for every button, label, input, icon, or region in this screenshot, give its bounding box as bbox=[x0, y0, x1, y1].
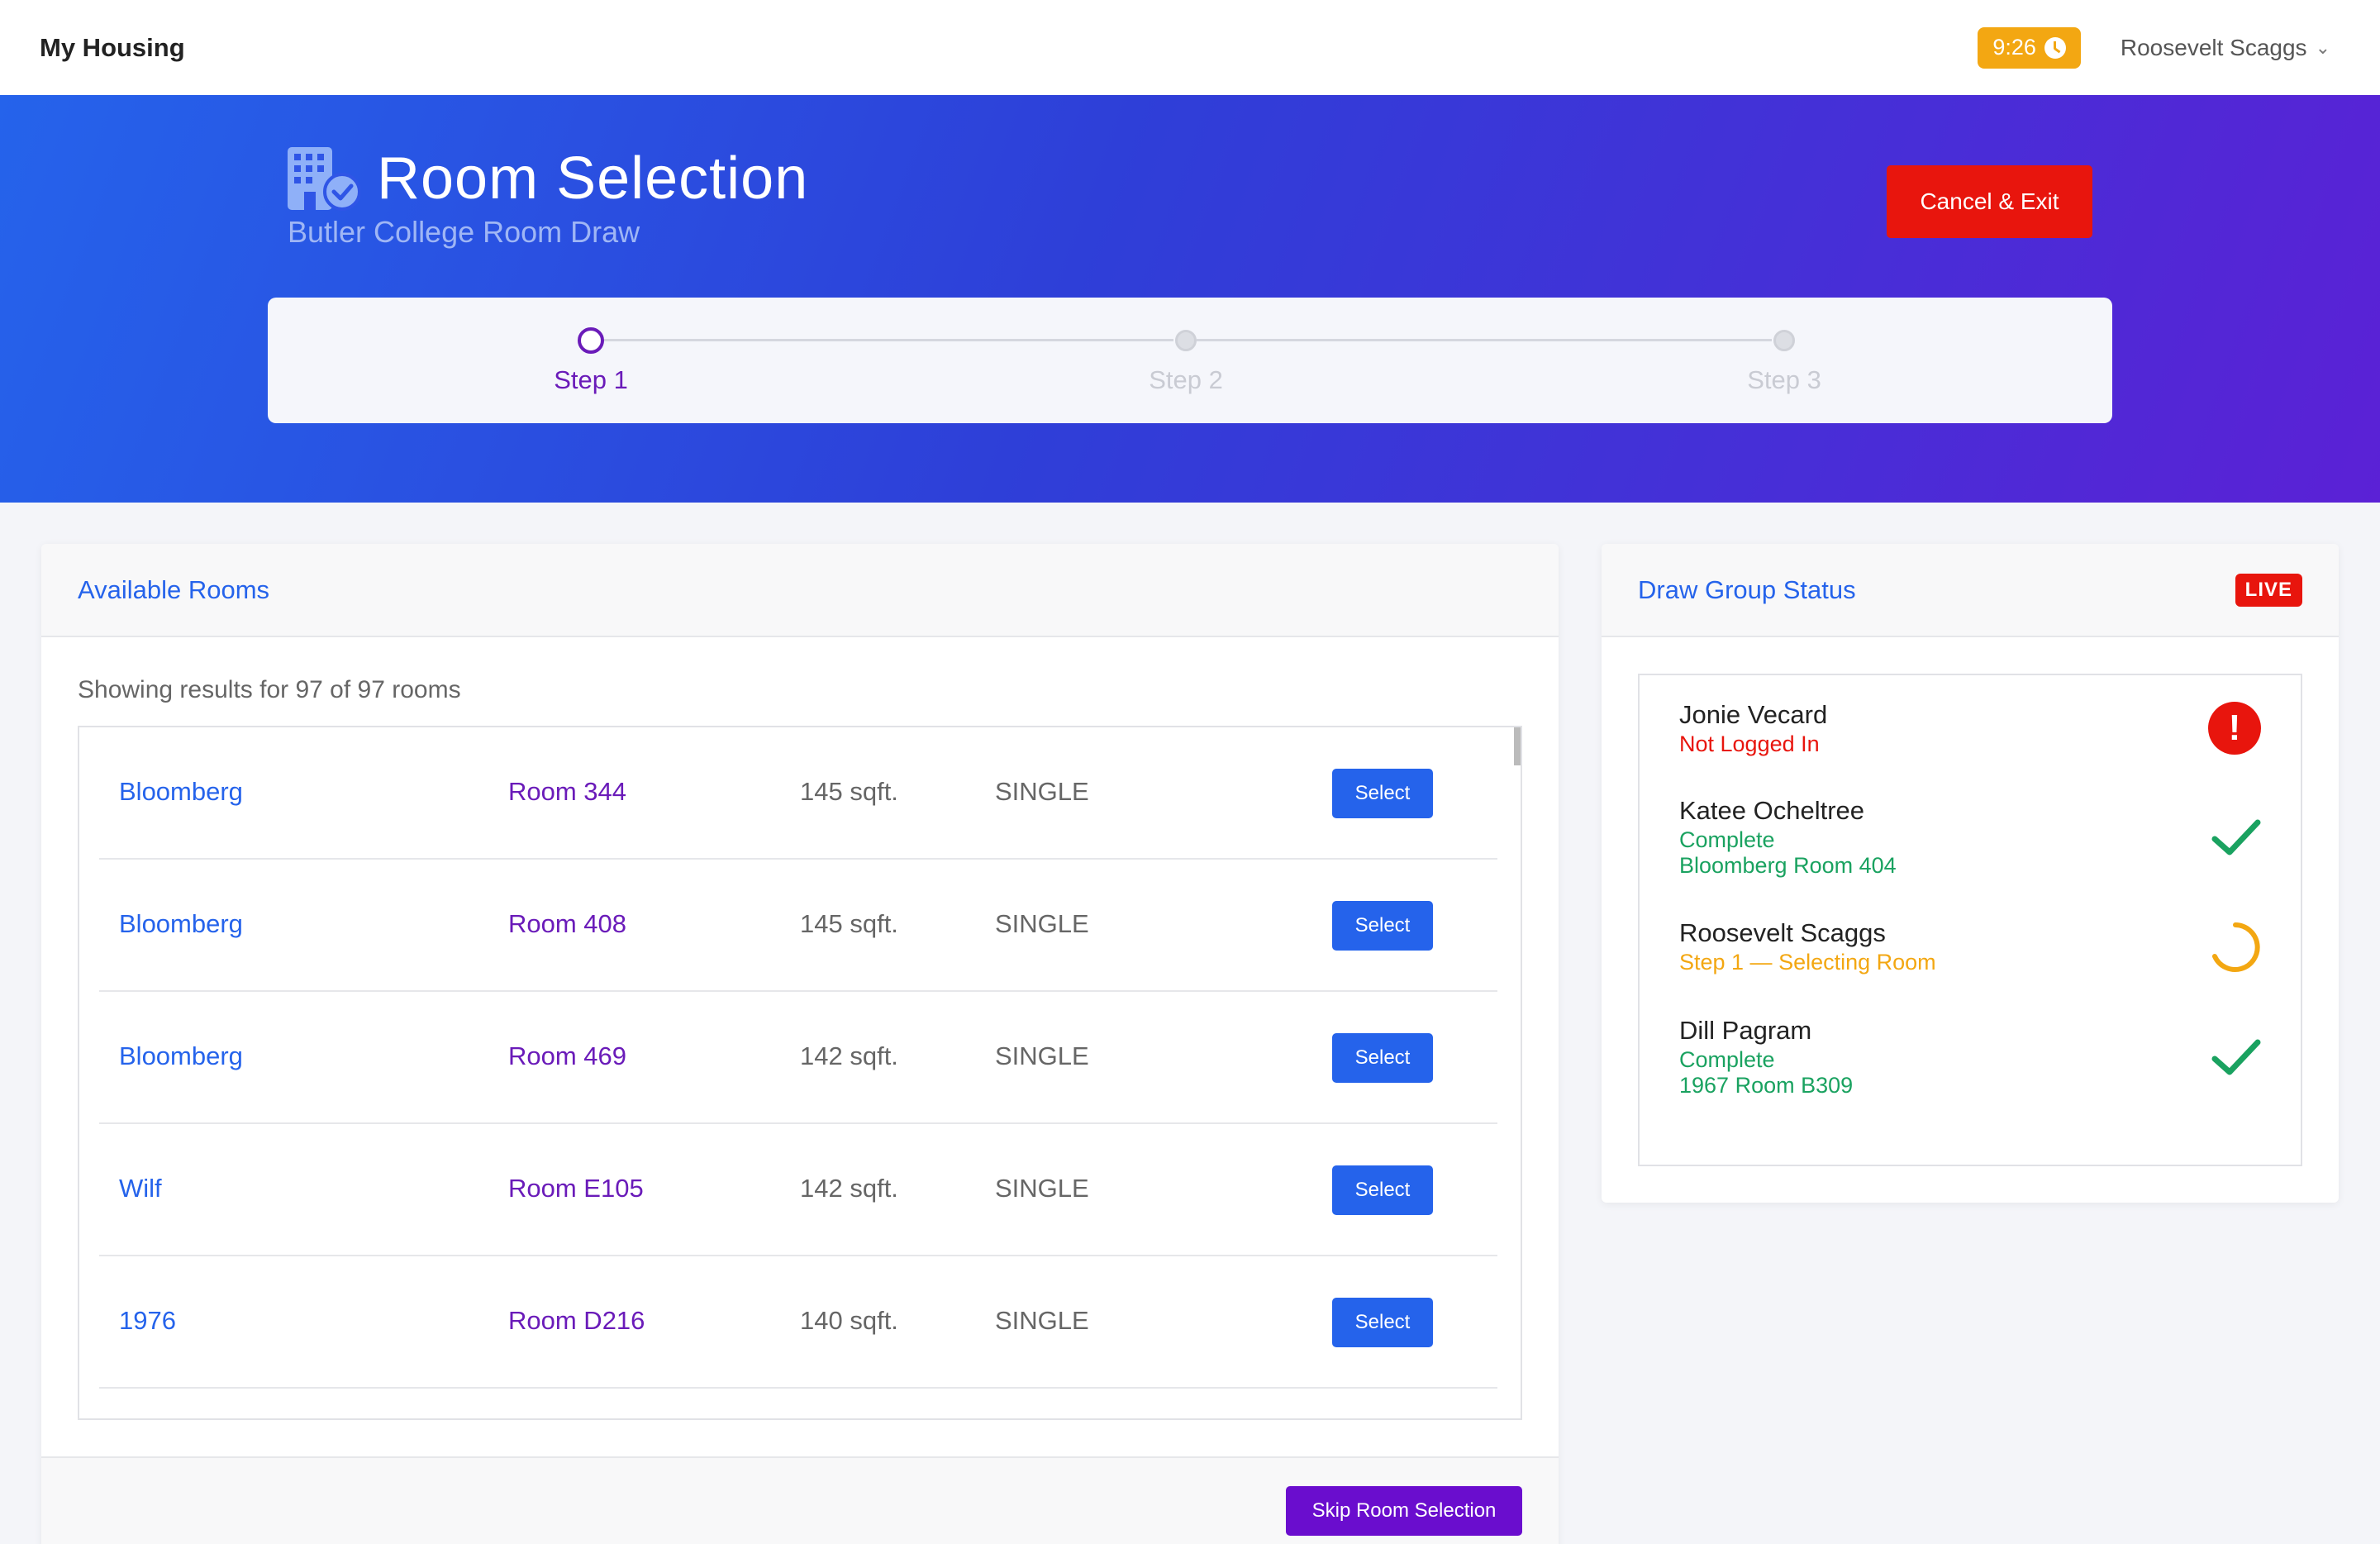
member-status: Complete bbox=[1679, 827, 1775, 852]
member-item: Roosevelt Scaggs Step 1 — Selecting Room bbox=[1679, 918, 2258, 975]
top-navbar: My Housing 9:26 Roosevelt Scaggs ⌄ bbox=[0, 0, 2380, 95]
room-building-link[interactable]: 1976 bbox=[119, 1306, 176, 1336]
cancel-exit-button[interactable]: Cancel & Exit bbox=[1887, 165, 2092, 238]
draw-group-members: Jonie Vecard Not Logged In ! Katee Ochel… bbox=[1638, 674, 2302, 1166]
step-2-indicator bbox=[1175, 330, 1197, 351]
chevron-down-icon: ⌄ bbox=[2315, 36, 2330, 58]
member-name: Katee Ocheltree bbox=[1679, 796, 1865, 825]
spinner-icon bbox=[2208, 920, 2263, 979]
member-name: Jonie Vecard bbox=[1679, 700, 1828, 729]
timer-value: 9:26 bbox=[1992, 35, 2036, 60]
select-room-button[interactable]: Select bbox=[1332, 901, 1433, 951]
checkmark-icon bbox=[2210, 816, 2263, 863]
room-building-link[interactable]: Bloomberg bbox=[119, 909, 243, 939]
room-building-link[interactable]: Wilf bbox=[119, 1174, 162, 1203]
app-title[interactable]: My Housing bbox=[40, 33, 185, 63]
room-number-link[interactable]: Room 408 bbox=[508, 909, 626, 939]
draw-group-title: Draw Group Status bbox=[1638, 574, 1856, 604]
room-type: SINGLE bbox=[995, 1174, 1089, 1203]
room-row: Bloomberg Room 344 145 sqft. SINGLE Sele… bbox=[99, 727, 1497, 860]
member-item: Jonie Vecard Not Logged In bbox=[1679, 700, 2258, 757]
building-check-icon bbox=[286, 145, 361, 212]
room-size: 145 sqft. bbox=[800, 777, 898, 806]
available-rooms-title: Available Rooms bbox=[78, 574, 270, 604]
member-name: Roosevelt Scaggs bbox=[1679, 918, 1886, 947]
step-connector bbox=[602, 339, 1173, 341]
room-type: SINGLE bbox=[995, 777, 1089, 806]
scrollbar[interactable] bbox=[1514, 727, 1521, 765]
member-room: 1967 Room B309 bbox=[1679, 1073, 1854, 1098]
session-timer: 9:26 bbox=[1978, 26, 2081, 69]
member-status: Step 1 — Selecting Room bbox=[1679, 950, 1936, 975]
step-1-label: Step 1 bbox=[554, 365, 628, 394]
user-name: Roosevelt Scaggs bbox=[2120, 34, 2307, 60]
available-rooms-header: Available Rooms bbox=[41, 544, 1559, 637]
user-menu[interactable]: Roosevelt Scaggs ⌄ bbox=[2121, 35, 2330, 61]
step-2-label: Step 2 bbox=[1149, 365, 1223, 394]
room-size: 142 sqft. bbox=[800, 1041, 898, 1070]
room-type: SINGLE bbox=[995, 909, 1089, 938]
room-row: Bloomberg Room 408 145 sqft. SINGLE Sele… bbox=[99, 860, 1497, 992]
page-title: Room Selection bbox=[377, 145, 809, 212]
room-size: 145 sqft. bbox=[800, 909, 898, 938]
skip-room-selection-button[interactable]: Skip Room Selection bbox=[1286, 1486, 1522, 1536]
member-name: Dill Pagram bbox=[1679, 1016, 1812, 1045]
room-size: 142 sqft. bbox=[800, 1174, 898, 1203]
results-count: Showing results for 97 of 97 rooms bbox=[78, 676, 461, 703]
hero-banner: Room Selection Butler College Room Draw … bbox=[0, 95, 2380, 503]
step-3-indicator bbox=[1773, 330, 1795, 351]
select-room-button[interactable]: Select bbox=[1332, 1165, 1433, 1215]
step-1-indicator bbox=[578, 327, 604, 354]
member-status: Complete bbox=[1679, 1047, 1775, 1072]
member-status: Not Logged In bbox=[1679, 731, 1820, 756]
room-size: 140 sqft. bbox=[800, 1306, 898, 1335]
room-building-link[interactable]: Bloomberg bbox=[119, 1041, 243, 1071]
draw-group-header: Draw Group Status LIVE bbox=[1602, 544, 2339, 637]
member-item: Dill Pagram Complete 1967 Room B309 bbox=[1679, 1016, 2258, 1098]
available-rooms-card: Available Rooms Showing results for 97 o… bbox=[41, 544, 1559, 1544]
room-type: SINGLE bbox=[995, 1041, 1089, 1070]
live-badge: LIVE bbox=[2235, 573, 2302, 607]
clock-icon bbox=[2044, 36, 2066, 59]
member-room: Bloomberg Room 404 bbox=[1679, 853, 1897, 878]
hero-title-row: Room Selection bbox=[286, 145, 808, 212]
room-number-link[interactable]: Room D216 bbox=[508, 1306, 645, 1336]
select-room-button[interactable]: Select bbox=[1332, 1033, 1433, 1083]
select-room-button[interactable]: Select bbox=[1332, 1298, 1433, 1347]
room-number-link[interactable]: Room E105 bbox=[508, 1174, 644, 1203]
step-3-label: Step 3 bbox=[1747, 365, 1821, 394]
rooms-list[interactable]: Bloomberg Room 344 145 sqft. SINGLE Sele… bbox=[78, 726, 1522, 1420]
select-room-button[interactable]: Select bbox=[1332, 769, 1433, 818]
step-progress: Step 1 Step 2 Step 3 bbox=[268, 298, 2112, 423]
navbar-right: 9:26 Roosevelt Scaggs ⌄ bbox=[1978, 26, 2340, 69]
room-building-link[interactable]: Bloomberg bbox=[119, 777, 243, 807]
room-row: Wilf Room E105 142 sqft. SINGLE Select bbox=[99, 1124, 1497, 1256]
member-item: Katee Ocheltree Complete Bloomberg Room … bbox=[1679, 796, 2258, 879]
room-number-link[interactable]: Room 344 bbox=[508, 777, 626, 807]
room-type: SINGLE bbox=[995, 1306, 1089, 1335]
step-connector bbox=[1197, 339, 1772, 341]
room-row: 1976 Room D216 140 sqft. SINGLE Select bbox=[99, 1256, 1497, 1389]
checkmark-icon bbox=[2210, 1036, 2263, 1083]
room-row: Bloomberg Room 469 142 sqft. SINGLE Sele… bbox=[99, 992, 1497, 1124]
room-number-link[interactable]: Room 469 bbox=[508, 1041, 626, 1071]
rooms-card-footer: Skip Room Selection bbox=[41, 1456, 1559, 1544]
draw-group-status-card: Draw Group Status LIVE Jonie Vecard Not … bbox=[1602, 544, 2339, 1203]
page-subtitle: Butler College Room Draw bbox=[288, 215, 640, 249]
alert-icon: ! bbox=[2208, 702, 2261, 755]
